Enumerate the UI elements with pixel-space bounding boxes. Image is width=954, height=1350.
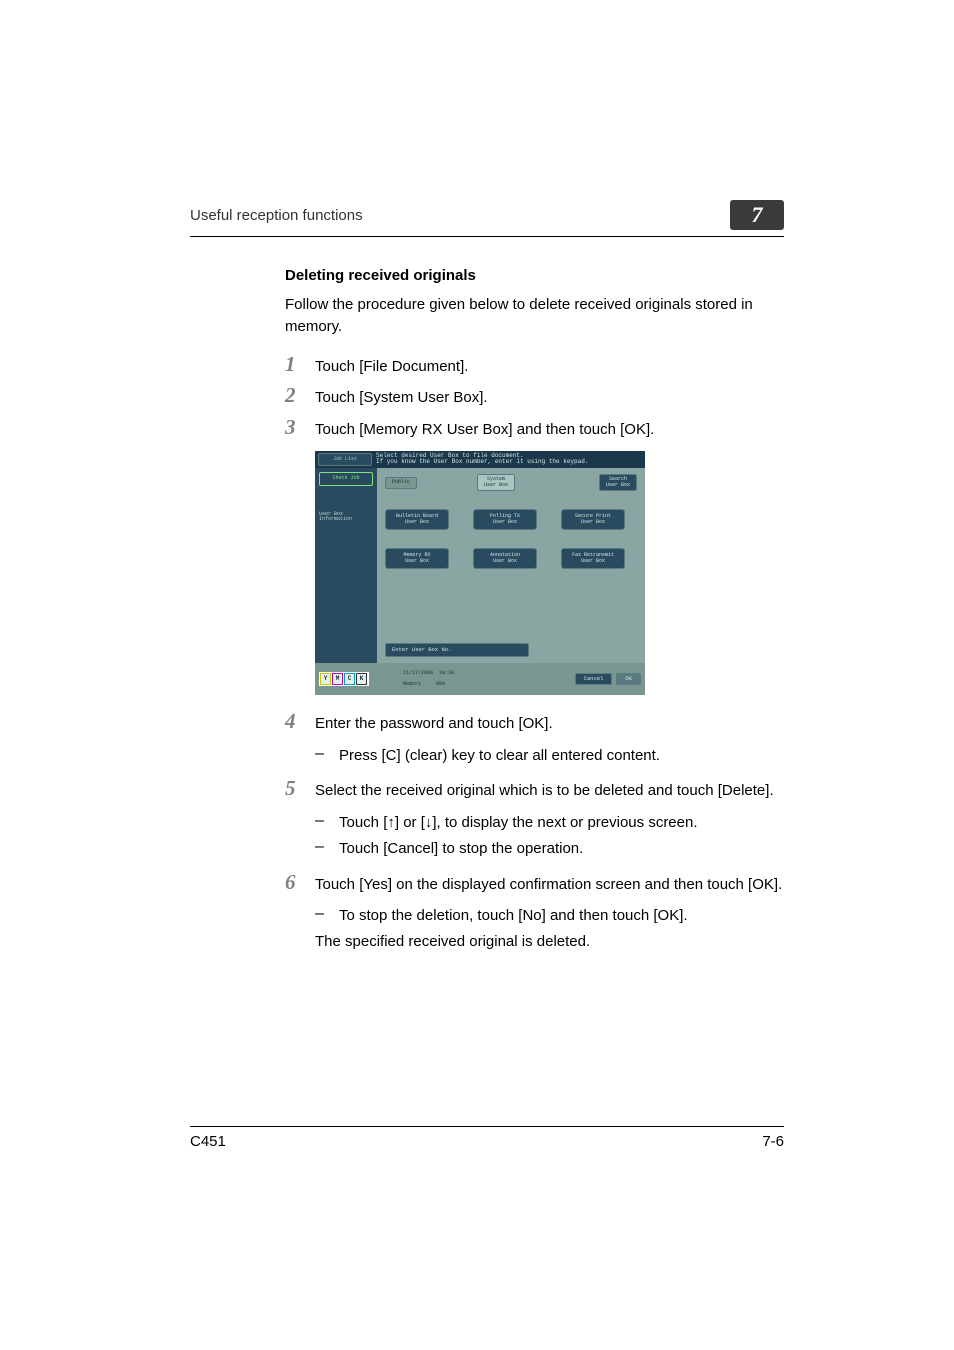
ok-button[interactable]: OK [616, 673, 641, 685]
bullet-dash: – [315, 812, 339, 830]
bullet-dash: – [315, 745, 339, 763]
running-title: Useful reception functions [190, 207, 363, 224]
memory-rx-user-box-button[interactable]: Memory RX User Box [385, 548, 449, 569]
footer-model: C451 [190, 1133, 226, 1150]
user-box-info-label: User Box Information [319, 512, 373, 523]
embedded-screenshot: Job List Select desired User Box to file… [315, 451, 645, 695]
substep-text: To stop the deletion, touch [No] and the… [339, 905, 688, 927]
step-result-text: The specified received original is delet… [315, 931, 590, 953]
step-text: Touch [System User Box]. [315, 387, 488, 409]
step-text: Touch [File Document]. [315, 356, 468, 378]
step-text: Touch [Memory RX User Box] and then touc… [315, 419, 654, 441]
step-number: 1 [285, 354, 315, 375]
bullet-dash: – [315, 838, 339, 856]
step-number: 3 [285, 417, 315, 438]
step-number: 5 [285, 778, 315, 799]
section-title: Deleting received originals [285, 267, 784, 284]
polling-tx-user-box-button[interactable]: Polling TX User Box [473, 509, 537, 530]
bullet-dash: – [315, 905, 339, 923]
annotation-user-box-button[interactable]: Annotation User Box [473, 548, 537, 569]
bulletin-board-user-box-button[interactable]: Bulletin Board User Box [385, 509, 449, 530]
status-time: 10:39 [439, 670, 454, 676]
section-intro: Follow the procedure given below to dele… [285, 294, 784, 338]
cancel-button[interactable]: Cancel [575, 673, 613, 685]
status-date: 11/17/2006 [403, 670, 433, 676]
secure-print-user-box-button[interactable]: Secure Print User Box [561, 509, 625, 530]
step-number: 6 [285, 872, 315, 893]
screen-header-message: Select desired User Box to file document… [376, 453, 642, 467]
job-list-button[interactable]: Job List [318, 453, 372, 467]
tab-system-user-box[interactable]: System User Box [477, 474, 515, 491]
chapter-number-badge: 7 [730, 200, 784, 230]
footer-page-number: 7-6 [762, 1133, 784, 1150]
step-number: 4 [285, 711, 315, 732]
step-text: Touch [Yes] on the displayed confirmatio… [315, 874, 782, 896]
toner-y-icon: Y [320, 673, 331, 685]
substep-text: Touch [Cancel] to stop the operation. [339, 838, 583, 860]
status-memory-label: Memory [403, 681, 421, 687]
step-text: Enter the password and touch [OK]. [315, 713, 553, 735]
tab-public[interactable]: Public [385, 477, 417, 489]
fax-retransmit-user-box-button[interactable]: Fax Retransmit User Box [561, 548, 625, 569]
search-user-box-button[interactable]: Search User Box [599, 474, 637, 491]
check-job-button[interactable]: Check Job [319, 472, 373, 486]
status-memory-value: 99% [436, 681, 445, 687]
step-text: Select the received original which is to… [315, 780, 774, 802]
substep-text: Touch [↑] or [↓], to display the next or… [339, 812, 698, 834]
toner-m-icon: M [332, 673, 343, 685]
toner-status-icons: Y M C K [319, 672, 369, 686]
substep-text: Press [C] (clear) key to clear all enter… [339, 745, 660, 767]
enter-user-box-no-field[interactable]: Enter User Box No. [385, 643, 529, 657]
step-number: 2 [285, 385, 315, 406]
toner-c-icon: C [344, 673, 355, 685]
toner-k-icon: K [356, 673, 367, 685]
